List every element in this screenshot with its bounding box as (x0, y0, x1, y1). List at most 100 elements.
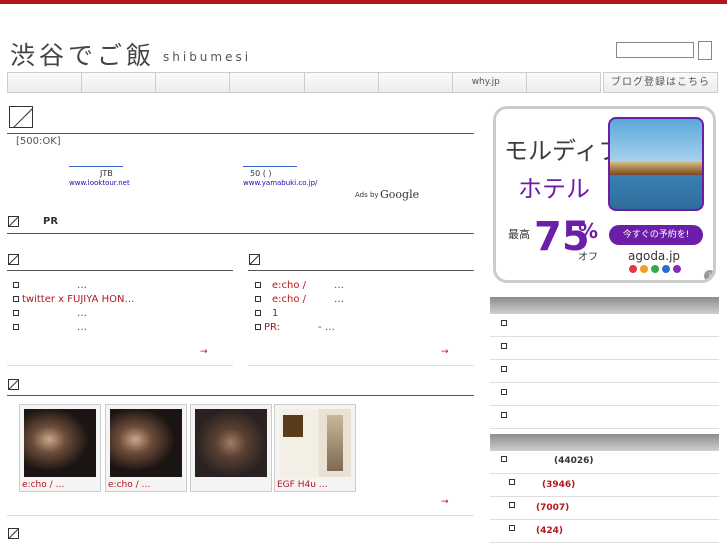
ad-text-2[interactable]: 50 ( ) (250, 169, 272, 178)
bullet-icon (501, 366, 507, 372)
pr-icon (8, 216, 19, 227)
ad-max-label: 最高 (508, 228, 530, 241)
bullet-icon (13, 310, 19, 316)
right-col-rule (248, 270, 474, 271)
sidebar-item[interactable] (490, 337, 719, 360)
site-logo[interactable]: 渋谷でご飯 (10, 36, 155, 72)
sidebar-item[interactable] (490, 360, 719, 383)
gallery-thumb[interactable]: EGF H4u … (274, 404, 356, 492)
bullet-icon (255, 282, 261, 288)
next-section-icon (8, 528, 19, 539)
bullet-icon (255, 324, 261, 330)
heading-icon (9, 106, 33, 128)
category-count: (3946) (542, 480, 576, 490)
ad-headline-1: モルディブ (504, 137, 623, 165)
photo-image (24, 409, 96, 477)
gallery-thumb[interactable]: e:cho / … (105, 404, 187, 492)
ad-url-2[interactable]: www.yamabuki.co.jp/ (243, 179, 317, 187)
agoda-ad-banner[interactable]: モルディブ ホテル 最高 75 % オフ 今すぐの予約を! agoda.jp i (493, 106, 716, 283)
search-input[interactable] (616, 42, 694, 58)
ad-percent-sign: % (578, 219, 599, 243)
left-col-rule (7, 270, 233, 271)
list-item[interactable]: twitter x FUJIYA HON… (13, 294, 134, 305)
thumb-caption: e:cho / … (108, 480, 151, 490)
resort-photo (608, 117, 704, 211)
right-col-bottom-rule (248, 365, 474, 366)
list-item[interactable]: e:cho /… (255, 294, 344, 305)
bullet-icon (501, 343, 507, 349)
bullet-icon (13, 324, 19, 330)
bullet-icon (255, 310, 261, 316)
nav-item-1[interactable] (8, 73, 83, 92)
bullet-icon (501, 456, 507, 462)
site-logo-subtitle: shibumesi (163, 50, 252, 64)
ad-info-icon[interactable]: i (704, 270, 713, 280)
sidebar-item[interactable] (490, 314, 719, 337)
ad-cta-button[interactable]: 今すぐの予約を! (609, 225, 703, 245)
nav-item-why[interactable]: why.jp (453, 73, 527, 92)
sidebar-header-1 (490, 297, 719, 314)
nav-item-4[interactable] (230, 73, 305, 92)
list-item[interactable]: PR: - … (255, 322, 335, 333)
nav-item-6[interactable] (379, 73, 453, 92)
bullet-icon (501, 320, 507, 326)
category-count: (424) (536, 526, 564, 536)
bullet-icon (509, 479, 515, 485)
category-item[interactable]: (424) (490, 520, 719, 543)
ads-by-label: Ads by (355, 191, 379, 199)
top-accent-bar (0, 0, 727, 4)
gallery-icon (8, 379, 19, 390)
ad-brand-dots (629, 265, 681, 273)
list-item[interactable]: … (13, 308, 87, 319)
ad-text-1[interactable]: JTB (100, 169, 113, 178)
ad-divider-2 (243, 166, 297, 167)
photo-image (110, 409, 182, 477)
main-nav: why.jp (7, 72, 601, 93)
nav-item-5[interactable] (305, 73, 379, 92)
bullet-icon (13, 296, 19, 302)
heading-rule (7, 133, 474, 134)
pr-rule (7, 233, 474, 234)
thumb-caption: e:cho / … (22, 480, 65, 490)
category-count: (44026) (554, 456, 594, 466)
bullet-icon (509, 525, 515, 531)
status-text: [500:OK] (16, 136, 61, 147)
left-more-link[interactable]: → (200, 347, 208, 357)
nav-item-8[interactable] (527, 73, 600, 92)
right-col-icon (249, 254, 260, 265)
right-more-link[interactable]: → (441, 347, 449, 357)
category-item[interactable]: (7007) (490, 497, 719, 520)
sidebar-item[interactable] (490, 383, 719, 406)
ad-url-1[interactable]: www.looktour.net (69, 179, 130, 187)
gallery-more-link[interactable]: → (441, 497, 449, 507)
ad-off-label: オフ (578, 252, 598, 263)
gallery-thumb[interactable] (190, 404, 272, 492)
book-label-graphic (283, 415, 303, 437)
list-item[interactable]: … (13, 322, 87, 333)
book-cover-image (279, 409, 351, 477)
category-item[interactable]: (3946) (490, 474, 719, 497)
google-logo[interactable]: Google (380, 188, 419, 201)
category-item[interactable]: (44026) (490, 451, 719, 474)
ad-brand: agoda.jp (628, 249, 681, 263)
bullet-icon (13, 282, 19, 288)
thumb-caption: EGF H4u … (277, 480, 328, 490)
left-col-icon (8, 254, 19, 265)
bullet-icon (501, 389, 507, 395)
bullet-icon (501, 412, 507, 418)
nav-item-2[interactable] (82, 73, 157, 92)
photo-image (195, 409, 267, 477)
list-item[interactable]: e:cho /… (255, 280, 344, 291)
ad-divider-1 (69, 166, 123, 167)
tree-graphic (327, 415, 343, 471)
list-item[interactable]: 1 (255, 308, 278, 319)
ad-headline-2: ホテル (518, 175, 590, 203)
gallery-bottom-rule (7, 515, 474, 516)
bullet-icon (509, 502, 515, 508)
search-button[interactable] (698, 41, 712, 60)
blog-register-button[interactable]: ブログ登録はこちら (603, 72, 718, 93)
nav-item-3[interactable] (156, 73, 231, 92)
gallery-thumb[interactable]: e:cho / … (19, 404, 101, 492)
list-item[interactable]: … (13, 280, 87, 291)
sidebar-item[interactable] (490, 406, 719, 429)
